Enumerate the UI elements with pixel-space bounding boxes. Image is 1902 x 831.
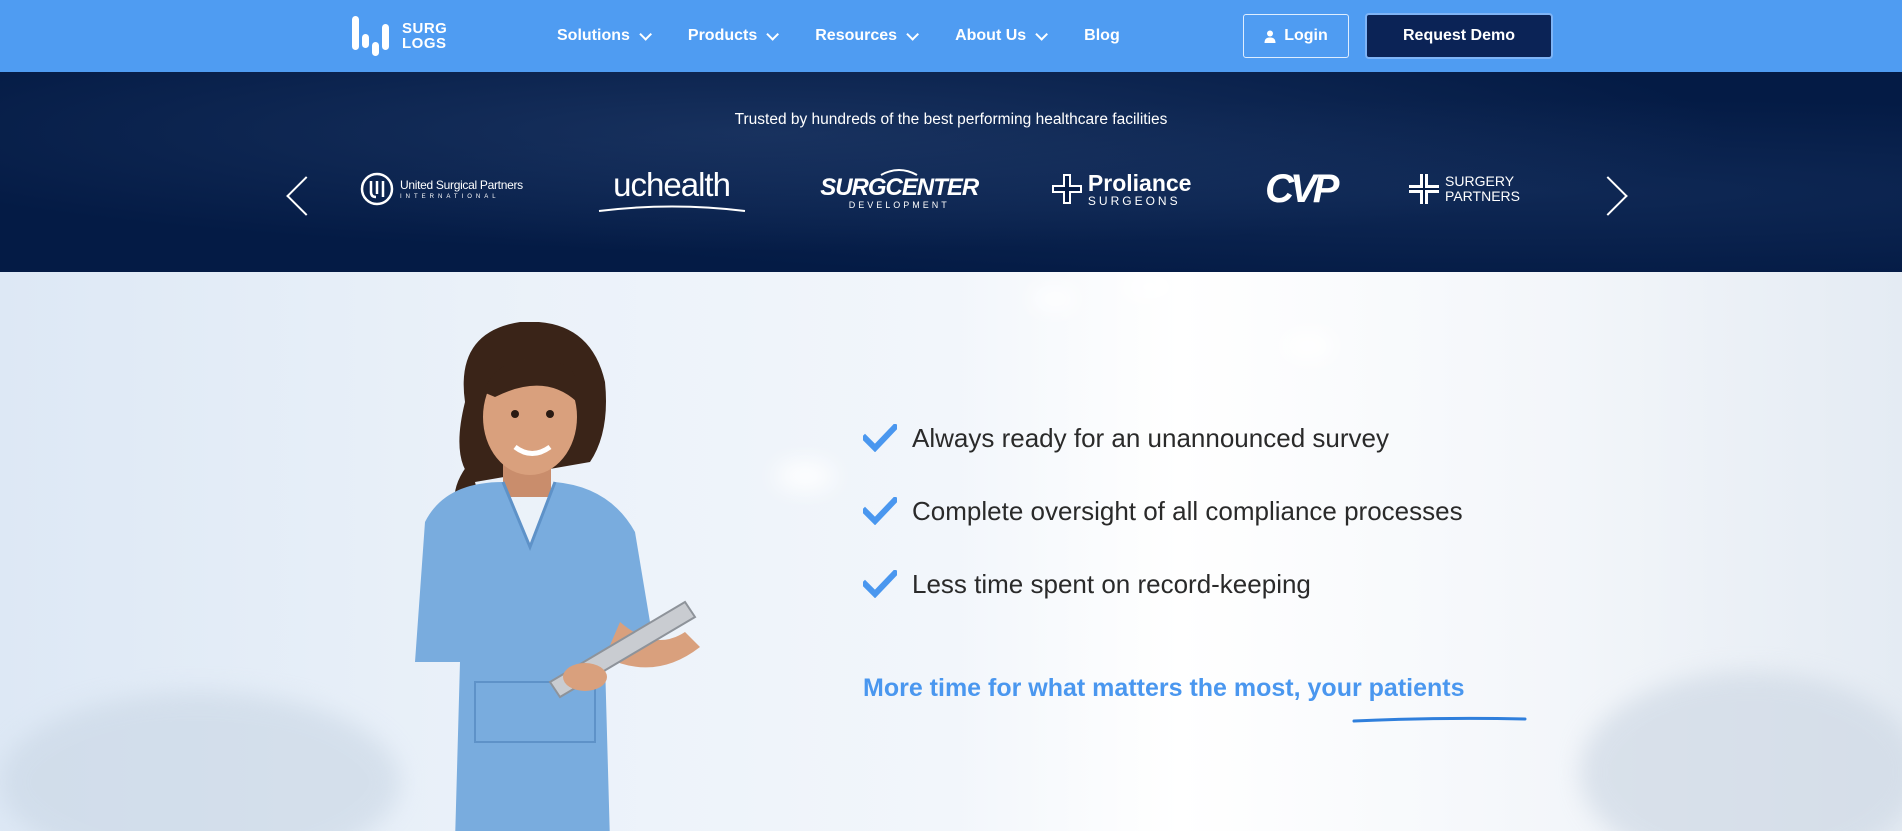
proliance-sub: SURGEONS — [1087, 193, 1181, 208]
surgery-partners-line2: PARTNERS — [1445, 188, 1520, 204]
chevron-down-icon — [639, 27, 652, 41]
logo-line-1: SURG — [402, 20, 448, 37]
surgery-partners-cross-icon — [1409, 174, 1440, 204]
user-icon — [1264, 30, 1276, 43]
menu-about-us-label: About Us — [955, 27, 1027, 44]
background-light — [775, 462, 835, 490]
surglogs-logo[interactable]: SURG LOGS — [350, 14, 447, 58]
background-shape — [0, 692, 400, 831]
benefit-text: Always ready for an unannounced survey — [912, 422, 1389, 453]
benefit-text: Less time spent on record-keeping — [912, 568, 1311, 599]
partner-logo-carousel: United Surgical Partners INTERNATIONAL u… — [360, 164, 1520, 214]
menu-resources-label: Resources — [815, 27, 898, 44]
logo-uchealth[interactable]: uchealth — [597, 166, 747, 212]
checkmark-icon — [863, 424, 897, 452]
request-demo-button[interactable]: Request Demo — [1365, 13, 1553, 59]
background-shape — [1580, 672, 1902, 831]
uspi-sub: INTERNATIONAL — [400, 194, 500, 200]
uchealth-name: uchealth — [613, 166, 731, 203]
carousel-prev-arrow-icon[interactable] — [286, 176, 326, 216]
uchealth-swoosh-icon — [598, 205, 745, 212]
chevron-down-icon — [1035, 27, 1049, 41]
benefit-item: Always ready for an unannounced survey — [863, 420, 1463, 456]
proliance-cross-icon — [1051, 174, 1082, 204]
chevron-down-icon — [766, 27, 780, 41]
logo-line-2: LOGS — [402, 35, 447, 52]
background-light — [1280, 332, 1336, 360]
hero-section: Always ready for an unannounced survey C… — [0, 272, 1902, 831]
top-navigation: SURG LOGS Solutions Products Resources A… — [0, 0, 1902, 72]
menu-blog[interactable]: Blog — [1084, 27, 1120, 45]
benefit-text: Complete oversight of all compliance pro… — [912, 495, 1463, 526]
login-button[interactable]: Login — [1243, 14, 1349, 58]
background-light — [1120, 274, 1180, 300]
surgcenter-name: SURGCENTER — [820, 174, 979, 201]
menu-resources[interactable]: Resources — [815, 27, 920, 45]
menu-products[interactable]: Products — [687, 27, 780, 45]
trusted-by-title: Trusted by hundreds of the best performi… — [734, 111, 1168, 128]
uspi-name: United Surgical Partners — [400, 178, 523, 192]
login-label: Login — [1284, 27, 1328, 44]
background-light — [1030, 288, 1080, 310]
benefits-list: Always ready for an unannounced survey C… — [863, 420, 1463, 639]
trusted-by-section: Trusted by hundreds of the best performi… — [0, 72, 1902, 272]
menu-about-us[interactable]: About Us — [955, 27, 1049, 45]
benefit-item: Less time spent on record-keeping — [863, 566, 1463, 602]
benefit-item: Complete oversight of all compliance pro… — [863, 493, 1463, 529]
logo-surgcenter[interactable]: SURGCENTER DEVELOPMENT — [820, 168, 979, 210]
logo-cvp[interactable]: CVP — [1265, 166, 1339, 212]
checkmark-icon — [863, 570, 897, 598]
nurse-illustration — [415, 322, 700, 831]
surgcenter-sub: DEVELOPMENT — [848, 200, 950, 210]
logo-bars-icon — [350, 14, 394, 58]
uspi-emblem-icon — [360, 172, 394, 206]
cvp-name: CVP — [1265, 166, 1339, 211]
menu-solutions-label: Solutions — [557, 27, 630, 44]
proliance-name: Proliance — [1087, 169, 1192, 196]
carousel-next-arrow-icon[interactable] — [1588, 176, 1628, 216]
tagline-underline — [1352, 716, 1527, 723]
hero-tagline: More time for what matters the most, you… — [863, 674, 1465, 702]
main-menu: Solutions Products Resources About Us Bl… — [557, 0, 1160, 72]
checkmark-icon — [863, 497, 897, 525]
logo-united-surgical-partners[interactable]: United Surgical Partners INTERNATIONAL — [360, 172, 523, 206]
menu-products-label: Products — [687, 27, 758, 44]
menu-blog-label: Blog — [1084, 27, 1120, 44]
logo-surgery-partners[interactable]: SURGERY PARTNERS — [1409, 174, 1520, 204]
surgery-partners-line1: SURGERY — [1445, 173, 1515, 190]
logo-proliance-surgeons[interactable]: Proliance SURGEONS — [1051, 169, 1192, 208]
chevron-down-icon — [906, 27, 920, 41]
menu-solutions[interactable]: Solutions — [557, 27, 652, 45]
logo-wordmark: SURG LOGS — [402, 21, 447, 51]
